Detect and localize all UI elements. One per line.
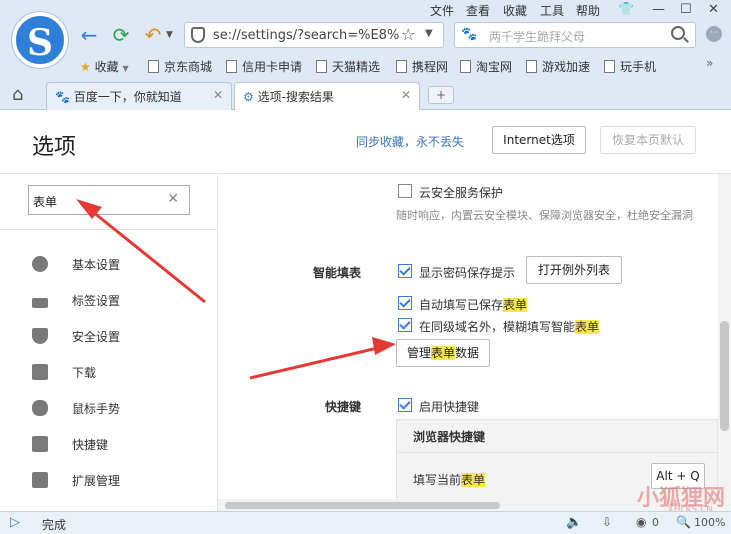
volume-icon[interactable]: 🔈 [566, 515, 582, 530]
annotation-arrow-manage [249, 345, 383, 380]
status-count: 0 [652, 516, 659, 529]
annotation-arrows [76, 199, 396, 380]
status-count-icon[interactable]: ◉ [636, 515, 646, 529]
status-text: 完成 [42, 518, 67, 532]
zoom-icon[interactable]: 🔍 [676, 515, 691, 529]
zoom-level[interactable]: 100% [694, 516, 725, 529]
annotation-arrow-search [87, 206, 206, 304]
status-bar: ▷ 完成 🔈 ⇩ ◉ 0 🔍 100% [0, 511, 731, 534]
arrowhead [372, 337, 396, 355]
sidebar-toggle-icon[interactable]: ▷ [10, 515, 20, 530]
download-status-icon[interactable]: ⇩ [602, 515, 612, 529]
